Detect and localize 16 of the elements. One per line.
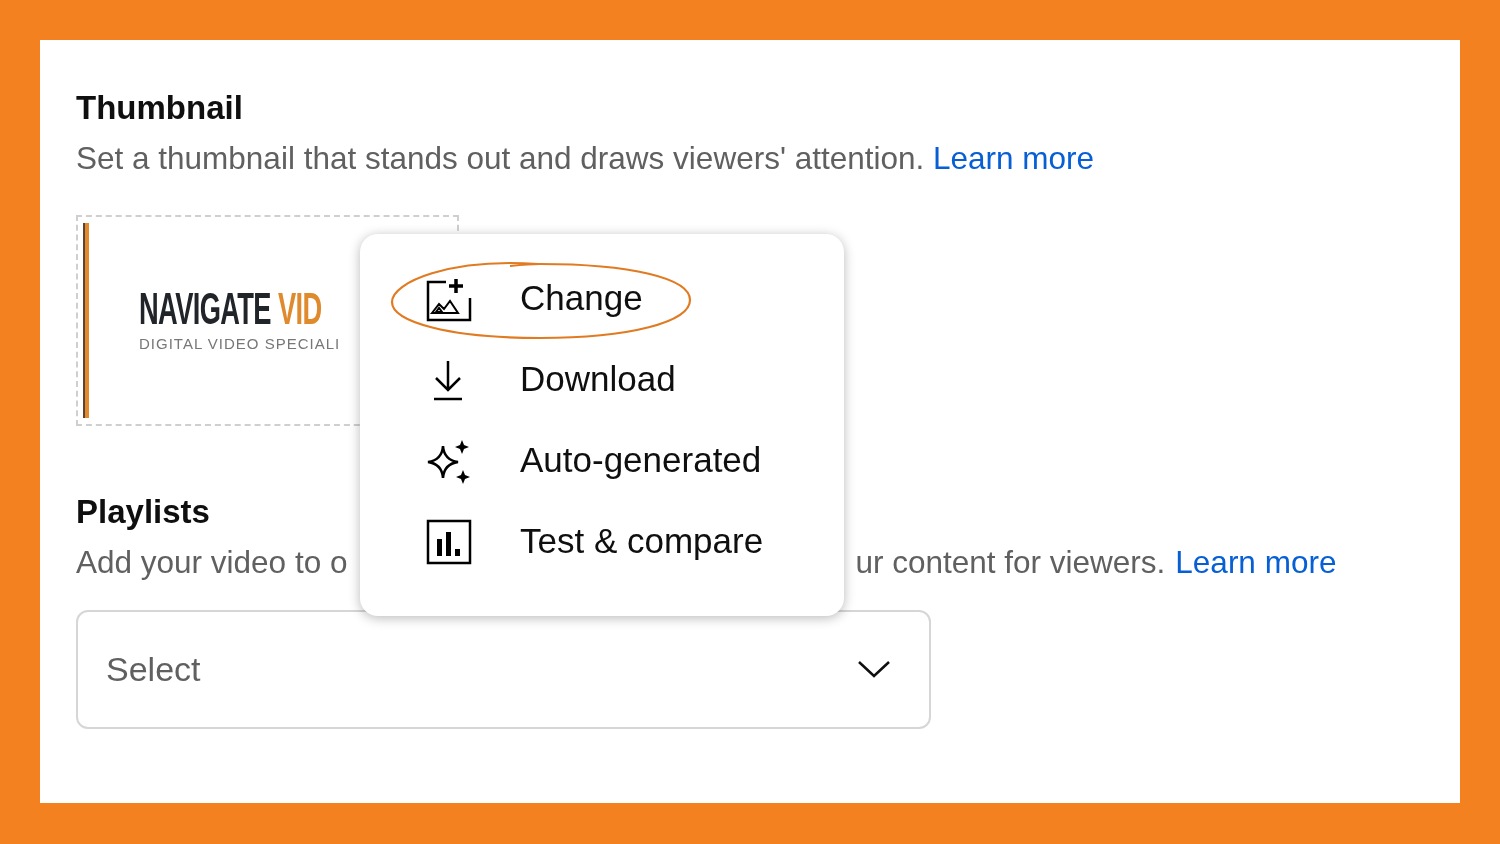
menu-item[interactable]: Test & compare (360, 501, 844, 582)
menu-item[interactable]: Auto-generated (360, 420, 844, 501)
learn-more-link[interactable]: Learn more (1175, 544, 1337, 582)
section-description: Set a thumbnail that stands out and draws viewers' attention. Learn more (76, 139, 1096, 178)
menu-item[interactable]: Download (360, 339, 844, 420)
learn-more-link[interactable]: Learn more (933, 139, 1095, 176)
section-description: ur content for viewers. (855, 544, 1166, 582)
menu-item[interactable]: Change (360, 258, 844, 339)
section-description: Add your video to o (76, 544, 348, 582)
logo-title: NAVIGATEVID (139, 286, 322, 331)
chevron-down-icon (857, 659, 891, 680)
bar-chart-icon (426, 518, 472, 565)
playlist-select[interactable]: Select (76, 609, 931, 729)
logo-subtitle: DIGITAL VIDEO SPECIALI (139, 333, 342, 354)
section-title: Playlists (76, 492, 211, 532)
section-title: Thumbnail (76, 88, 244, 128)
